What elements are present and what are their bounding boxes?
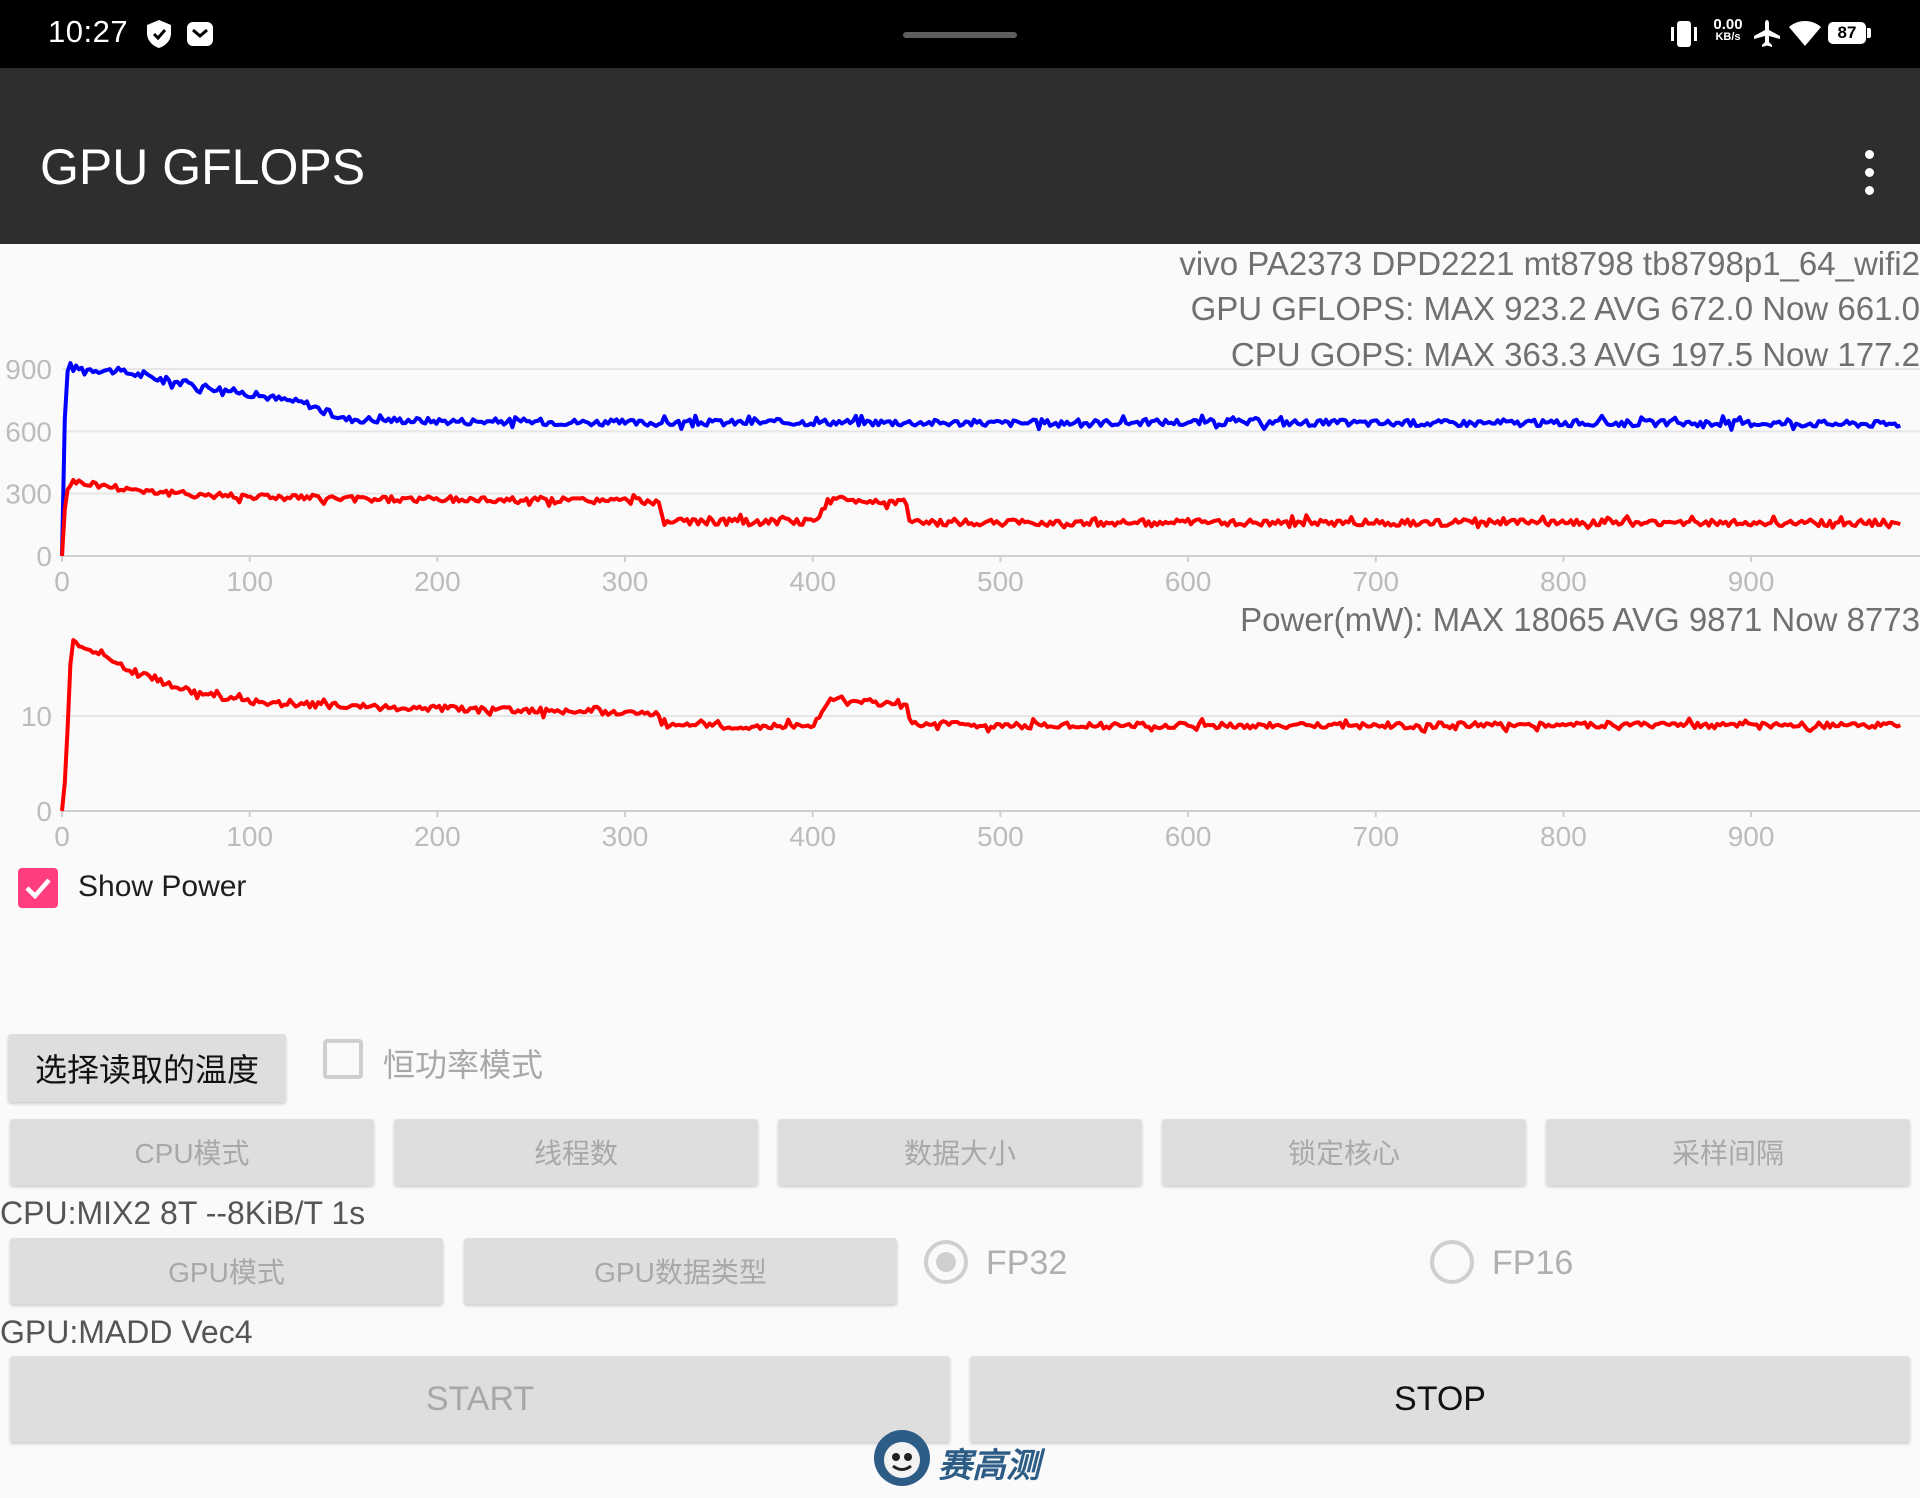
lock-core-button[interactable]: 锁定核心 (1162, 1119, 1526, 1185)
mascot-face-icon (884, 1442, 920, 1478)
x-tick-label: 600 (1165, 821, 1212, 852)
data-size-button[interactable]: 数据大小 (778, 1119, 1142, 1185)
x-tick-label: 700 (1352, 566, 1399, 597)
cpu-status: CPU:MIX2 8T --8KiB/T 1s (0, 1195, 366, 1231)
select-temperature-button[interactable]: 选择读取的温度 (8, 1034, 286, 1102)
drag-handle[interactable] (903, 32, 1017, 38)
clock: 10:27 (48, 14, 129, 49)
gflops-chart: 0 300 600 900 0 100 200 300 400 500 600 700 800 900 (5, 360, 1920, 597)
x-tick-label: 300 (602, 821, 649, 852)
x-tick-label: 800 (1540, 821, 1587, 852)
vibrate-icon (1671, 21, 1697, 47)
x-tick-label: 900 (1728, 821, 1775, 852)
radio-selected-dot (936, 1252, 956, 1272)
app-bar: GPU GFLOPS (0, 68, 1920, 244)
airplane-icon (1754, 20, 1780, 47)
x-tick-label: 400 (789, 821, 836, 852)
power-stats: Power(mW): MAX 18065 AVG 9871 Now 8773 (1240, 601, 1920, 638)
y-tick-label: 0 (36, 796, 52, 827)
x-tick-label: 200 (414, 566, 461, 597)
x-tick-label: 0 (54, 821, 70, 852)
x-tick-label: 0 (54, 566, 70, 597)
device-info: vivo PA2373 DPD2221 mt8798 tb8798p1_64_w… (1179, 245, 1920, 282)
sample-interval-button[interactable]: 采样间隔 (1546, 1119, 1910, 1185)
x-tick-label: 400 (789, 566, 836, 597)
gpu-mode-button[interactable]: GPU模式 (10, 1238, 443, 1304)
fp32-label: FP32 (986, 1244, 1068, 1282)
app-title: GPU GFLOPS (40, 139, 366, 195)
battery-tip (1867, 28, 1871, 38)
x-tick-label: 500 (977, 821, 1024, 852)
y-tick-label: 10 (21, 701, 52, 732)
x-tick-label: 500 (977, 566, 1024, 597)
series-line-1 (60, 361, 1902, 557)
gpu-data-type-button[interactable]: GPU数据类型 (464, 1238, 897, 1304)
fp16-label: FP16 (1492, 1244, 1574, 1282)
y-tick-label: 300 (5, 479, 52, 510)
y-tick-label: 0 (36, 541, 52, 572)
constant-power-label: 恒功率模式 (383, 1047, 544, 1083)
start-button[interactable]: START (10, 1356, 950, 1442)
y-tick-label: 900 (5, 360, 52, 385)
watermark-text: 赛高测 (938, 1447, 1040, 1485)
fp32-radio[interactable] (924, 1240, 968, 1284)
x-tick-label: 900 (1728, 566, 1775, 597)
fp16-radio[interactable] (1430, 1240, 1474, 1284)
constant-power-checkbox[interactable] (323, 1039, 363, 1079)
series-line-2 (60, 477, 1901, 557)
gpu-status: GPU:MADD Vec4 (0, 1314, 253, 1350)
thread-count-button[interactable]: 线程数 (394, 1119, 758, 1185)
cpu-mode-button[interactable]: CPU模式 (10, 1119, 374, 1185)
shield-icon (147, 20, 171, 48)
x-tick-label: 800 (1540, 566, 1587, 597)
stop-button[interactable]: STOP (970, 1356, 1910, 1442)
check-icon (25, 878, 51, 900)
battery-level: 87 (1837, 23, 1857, 42)
x-tick-label: 300 (602, 566, 649, 597)
x-tick-label: 600 (1165, 566, 1212, 597)
x-tick-label: 200 (414, 821, 461, 852)
pocket-icon (187, 22, 213, 46)
y-tick-label: 600 (5, 416, 52, 447)
x-tick-label: 700 (1352, 821, 1399, 852)
x-tick-label: 100 (226, 566, 273, 597)
x-tick-label: 100 (226, 821, 273, 852)
watermark-logo (874, 1430, 930, 1486)
series-line-1 (60, 638, 1902, 812)
gpu-gflops-stats: GPU GFLOPS: MAX 923.2 AVG 672.0 Now 661.… (1190, 290, 1920, 327)
wifi-icon (1789, 21, 1821, 46)
show-power-checkbox[interactable] (18, 868, 58, 908)
overflow-menu-icon[interactable] (1854, 146, 1884, 200)
net-speed: 0.00 KB/s (1708, 16, 1748, 44)
power-chart: 0100 100 200 300 400 500 600 700 800 900 (21, 638, 1920, 852)
status-bar: 10:27 0.00 KB/s 87 (0, 0, 1920, 68)
net-speed-value: 0.00 (1713, 16, 1743, 33)
battery-icon: 87 (1828, 22, 1866, 44)
show-power-label: Show Power (78, 870, 247, 903)
